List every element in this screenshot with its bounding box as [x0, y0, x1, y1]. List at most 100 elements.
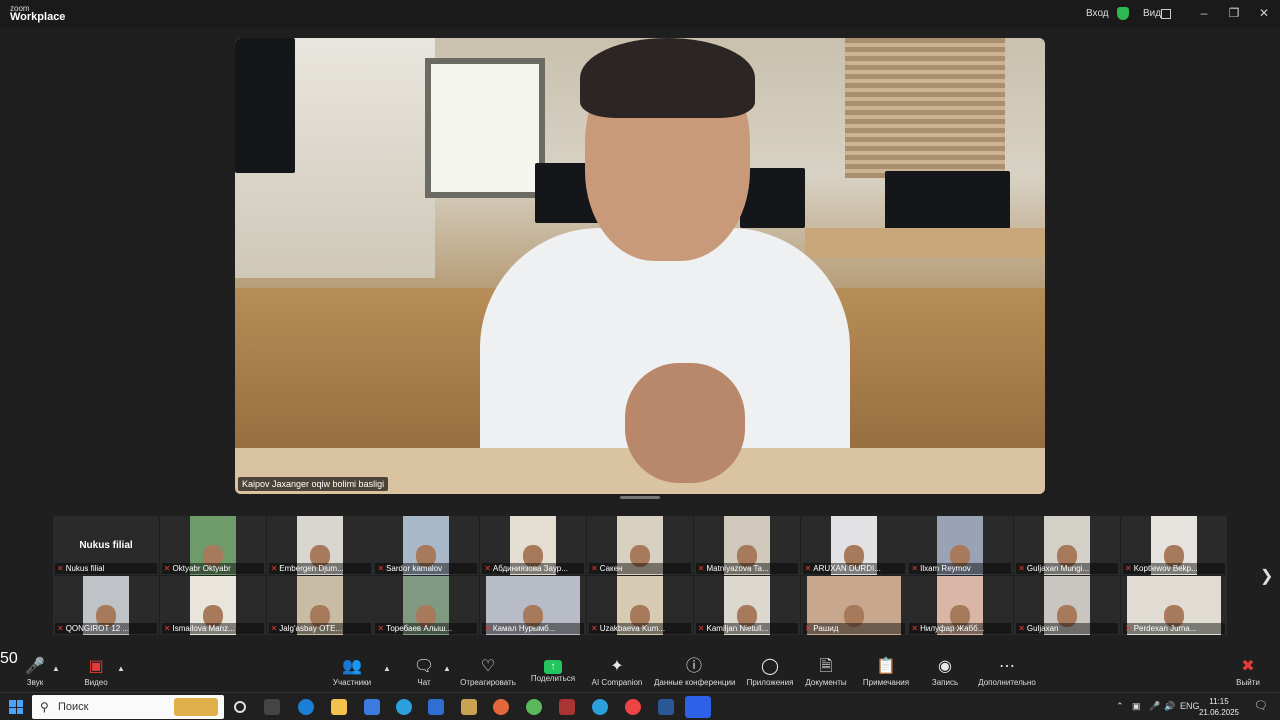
participant-name: Guljaxan [1026, 624, 1059, 633]
video-label: Видео [84, 678, 108, 687]
microphone-icon[interactable]: 🎤 [1149, 701, 1160, 712]
ai-companion-button[interactable]: ✦ AI Companion [577, 650, 657, 687]
participant-tile[interactable]: ✕ Oktyabr Oktyabr [159, 516, 266, 575]
restore-icon[interactable]: ❐ [1227, 6, 1241, 20]
participant-name: Рашид [813, 624, 839, 633]
participant-name-label: ✕ QONGIROT 12 ... [55, 623, 157, 634]
participant-tile[interactable]: ✕ Koptlewov Bekp... [1121, 516, 1227, 575]
participant-name: QONGIROT 12 ... [65, 624, 130, 633]
participant-tile[interactable]: ✕ Камал Нурымб... [480, 576, 587, 635]
background-window [425, 58, 545, 198]
more-button[interactable]: ⋯ Дополнительно [967, 650, 1047, 687]
leave-button[interactable]: ✖ Выйти [1208, 650, 1280, 687]
mic-muted-icon: ✕ [911, 624, 919, 633]
windows-start-icon[interactable] [9, 700, 23, 714]
participant-tile[interactable]: ✕ ARUXAN DURDI... [800, 516, 907, 575]
participant-tile[interactable]: ✕ Uzakbaeva Kum... [587, 576, 693, 635]
participant-tile[interactable]: ✕ Сакен [587, 516, 693, 575]
store-icon[interactable] [364, 699, 380, 715]
speaker-hands [625, 363, 745, 483]
mic-muted-icon: ✕ [1018, 624, 1025, 633]
mic-muted-icon: ✕ [270, 564, 278, 573]
mic-muted-icon: ✕ [57, 564, 64, 573]
participant-name-label: ✕ Камал Нурымб... [482, 623, 585, 634]
participant-tile[interactable]: ✕ Matniyazova Ta... [693, 516, 800, 575]
meeting-info-button[interactable]: ⓘ Данные конференции [654, 650, 735, 687]
video-caret-icon[interactable]: ▲ [117, 664, 125, 673]
participant-tile[interactable]: ✕ Sardor kamalov [373, 516, 480, 575]
participant-tile[interactable]: ✕ Guljaxan Mungi... [1014, 516, 1121, 575]
app-icon[interactable] [461, 699, 477, 715]
clock-date: 21.06.2025 [1198, 708, 1240, 717]
participant-tile[interactable]: ✕ QONGIROT 12 ... [53, 576, 159, 635]
participant-name-label: ✕ Perdexan Juma... [1123, 623, 1225, 634]
minimize-icon[interactable]: – [1197, 6, 1211, 20]
participant-name: Сакен [599, 564, 623, 573]
mail-icon[interactable] [428, 699, 444, 715]
participant-name-label: ✕ Абдиниязова Заур... [482, 563, 585, 574]
main-video[interactable]: Kaipov Jaxanger oqiw bolimi basligi [235, 38, 1045, 494]
word-icon[interactable] [658, 699, 674, 715]
participant-tile[interactable]: ✕ Торебаев Алыш... [373, 576, 480, 635]
participant-display-name: Nukus filial [79, 540, 133, 551]
network-icon[interactable]: ▣ [1132, 701, 1141, 712]
participant-name-label: ✕ Embergen Djum... [268, 563, 371, 574]
participants-icon: 👥 [342, 658, 362, 675]
app-icon[interactable] [493, 699, 509, 715]
participant-tile[interactable]: ✕ Perdexan Juma... [1121, 576, 1227, 635]
speaker-name-label: Kaipov Jaxanger oqiw bolimi basligi [238, 477, 389, 491]
widgets-icon[interactable] [264, 699, 280, 715]
shield-icon[interactable] [1117, 7, 1129, 20]
telegram-icon[interactable] [396, 699, 412, 715]
mic-muted-icon: ✕ [1125, 564, 1132, 573]
app-icon[interactable] [526, 699, 542, 715]
participant-tile[interactable]: ✕ Jalg'asbay OTE... [266, 576, 373, 635]
mic-muted-icon: ✕ [377, 564, 385, 573]
meeting-toolbar: 🎤 Звук ▲ ▣ Видео ▲ 👥 Участники 50 ▲ 🗨 Ча… [0, 650, 1280, 692]
chevron-up-icon[interactable]: ⌃ [1116, 701, 1124, 712]
chevron-right-icon[interactable]: ❯ [1260, 566, 1273, 586]
view-button[interactable]: Вид [1143, 8, 1161, 19]
mic-muted-icon: ✕ [591, 624, 598, 633]
app-icon[interactable] [559, 699, 575, 715]
taskbar-search[interactable]: ⚲ Поиск [32, 695, 224, 719]
resize-handle[interactable] [620, 496, 660, 499]
background-desk [805, 228, 1045, 258]
participant-tile[interactable]: ✕ Ismailova Manz... [159, 576, 266, 635]
edge-icon[interactable] [298, 699, 314, 715]
participant-tile[interactable]: ✕ Embergen Djum... [266, 516, 373, 575]
task-view-icon[interactable] [234, 701, 246, 713]
participants-button[interactable]: 👥 Участники [312, 650, 392, 687]
zoom-taskbar-icon[interactable] [685, 696, 711, 718]
folder-icon[interactable] [331, 699, 347, 715]
grid-icon[interactable] [1161, 9, 1171, 19]
notification-icon[interactable]: 🗨 [1254, 699, 1268, 712]
telegram-icon[interactable] [592, 699, 608, 715]
mic-muted-icon: ✕ [911, 564, 919, 573]
signin-button[interactable]: Вход [1086, 8, 1109, 19]
participant-tile[interactable]: ✕ Guljaxan [1014, 576, 1121, 635]
mic-muted-icon: ✕ [1125, 624, 1132, 633]
mic-muted-icon: ✕ [591, 564, 598, 573]
participant-tile[interactable]: ✕ Нилуфар Жабб... [907, 576, 1014, 635]
participant-name-label: ✕ Oktyabr Oktyabr [161, 563, 264, 574]
participant-tile[interactable]: ✕ Kamiljan Nietull... [693, 576, 800, 635]
participant-tile[interactable]: Nukus filial ✕ Nukus filial [53, 516, 159, 575]
participant-name-label: ✕ Nukus filial [55, 563, 157, 574]
language-indicator[interactable]: ENG [1180, 701, 1200, 711]
ai-label: AI Companion [591, 678, 643, 687]
participant-name: Ismailova Manz... [172, 624, 235, 633]
close-icon[interactable]: ✕ [1257, 6, 1271, 20]
clock[interactable]: 11:15 21.06.2025 [1198, 696, 1240, 718]
participant-tile[interactable]: ✕ Рашид [800, 576, 907, 635]
logo-bottom: Workplace [10, 11, 66, 23]
participant-name-label: ✕ Kamiljan Nietull... [695, 623, 798, 634]
chrome-icon[interactable] [625, 699, 641, 715]
more-icon: ⋯ [999, 658, 1015, 675]
mic-muted-icon: ✕ [697, 624, 705, 633]
participant-tile[interactable]: ✕ Ilxam Reymov [907, 516, 1014, 575]
volume-icon[interactable]: 🔊 [1164, 701, 1175, 712]
mic-muted-icon: ✕ [1018, 564, 1025, 573]
participant-tile[interactable]: ✕ Абдиниязова Заур... [480, 516, 587, 575]
participant-name-label: ✕ Jalg'asbay OTE... [268, 623, 371, 634]
